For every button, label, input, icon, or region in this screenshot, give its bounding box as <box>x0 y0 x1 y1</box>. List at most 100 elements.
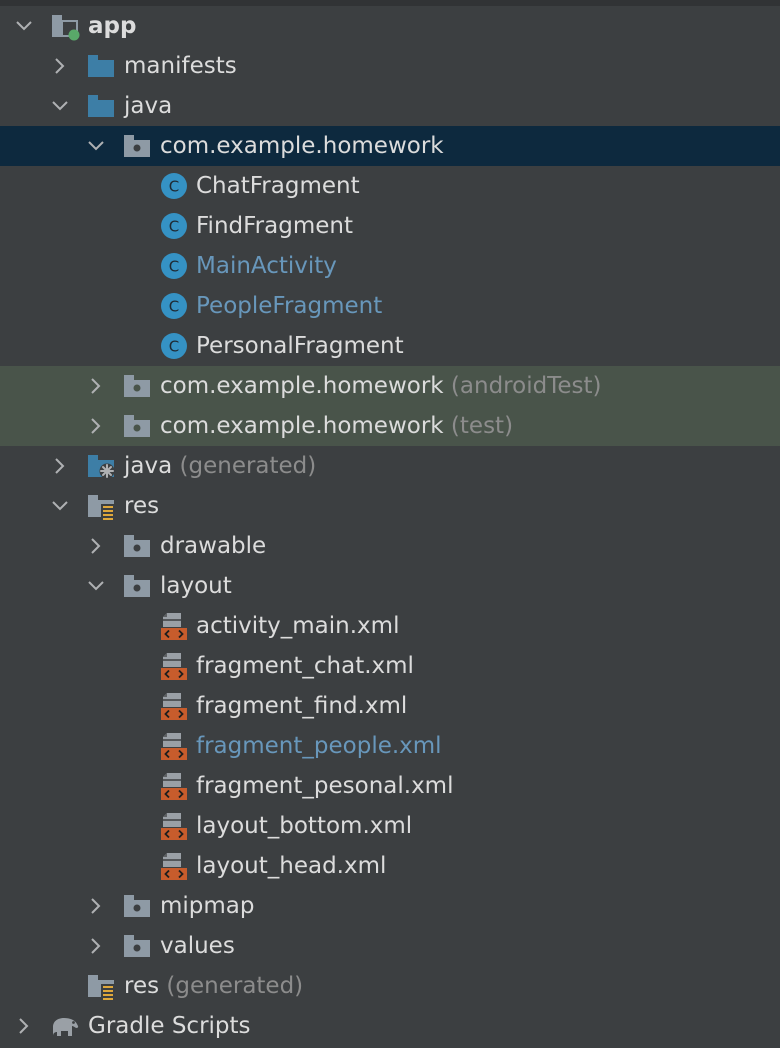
tree-item-label: layout_head.xml <box>196 853 387 879</box>
class-icon: C <box>159 251 189 281</box>
folder-name: java <box>124 453 173 479</box>
package-name: com.example.homework <box>160 373 444 399</box>
tree-item-personal-fragment[interactable]: C PersonalFragment <box>0 326 780 366</box>
xml-file-icon <box>159 611 189 641</box>
tree-item-label: manifests <box>124 53 237 79</box>
package-icon <box>122 571 152 601</box>
folder-icon <box>86 51 116 81</box>
chevron-right-icon[interactable] <box>86 896 106 916</box>
tree-item-label: MainActivity <box>196 253 337 279</box>
tree-item-res-generated[interactable]: res (generated) <box>0 966 780 1006</box>
xml-file-icon <box>159 651 189 681</box>
tree-item-main-activity[interactable]: C MainActivity <box>0 246 780 286</box>
tree-item-values[interactable]: values <box>0 926 780 966</box>
tree-item-label: fragment_chat.xml <box>196 653 414 679</box>
generated-suffix: (generated) <box>179 453 317 479</box>
tree-item-layout-head-xml[interactable]: layout_head.xml <box>0 846 780 886</box>
tree-item-label: app <box>88 13 137 39</box>
chevron-down-icon[interactable] <box>86 136 106 156</box>
xml-file-icon <box>159 771 189 801</box>
tree-item-label: com.example.homework <box>160 133 444 159</box>
svg-text:C: C <box>169 218 179 236</box>
tree-item-label: mipmap <box>160 893 255 919</box>
tree-item-package-test[interactable]: com.example.homework (test) <box>0 406 780 446</box>
tree-item-label: java <box>124 93 173 119</box>
tree-item-label: res (generated) <box>124 966 303 1006</box>
chevron-down-icon[interactable] <box>50 96 70 116</box>
module-folder-icon <box>50 11 80 41</box>
package-icon <box>122 531 152 561</box>
tree-item-app[interactable]: app <box>0 6 780 46</box>
package-icon <box>122 131 152 161</box>
tree-item-java-generated[interactable]: java (generated) <box>0 446 780 486</box>
tree-item-label: fragment_find.xml <box>196 693 408 719</box>
tree-item-manifests[interactable]: manifests <box>0 46 780 86</box>
package-icon <box>122 371 152 401</box>
tree-item-find-fragment[interactable]: C FindFragment <box>0 206 780 246</box>
tree-item-java[interactable]: java <box>0 86 780 126</box>
class-icon: C <box>159 211 189 241</box>
tree-item-res[interactable]: res <box>0 486 780 526</box>
class-icon: C <box>159 291 189 321</box>
tree-item-label: PeopleFragment <box>196 293 383 319</box>
source-set-suffix: (androidTest) <box>450 373 602 399</box>
tree-item-label: activity_main.xml <box>196 613 400 639</box>
gradle-elephant-icon <box>50 1011 80 1041</box>
package-icon <box>122 891 152 921</box>
svg-text:C: C <box>169 258 179 276</box>
source-set-suffix: (test) <box>450 413 514 439</box>
tree-item-label: PersonalFragment <box>196 333 404 359</box>
svg-text:C: C <box>169 298 179 316</box>
package-icon <box>122 411 152 441</box>
class-icon: C <box>159 331 189 361</box>
tree-item-chat-fragment[interactable]: C ChatFragment <box>0 166 780 206</box>
generated-suffix: (generated) <box>166 973 304 999</box>
chevron-right-icon[interactable] <box>86 416 106 436</box>
tree-item-package-main[interactable]: com.example.homework <box>0 126 780 166</box>
chevron-right-icon[interactable] <box>86 376 106 396</box>
xml-file-icon <box>159 731 189 761</box>
tree-item-layout-bottom-xml[interactable]: layout_bottom.xml <box>0 806 780 846</box>
tree-item-activity-main-xml[interactable]: activity_main.xml <box>0 606 780 646</box>
chevron-down-icon[interactable] <box>14 16 34 36</box>
tree-item-layout[interactable]: layout <box>0 566 780 606</box>
chevron-right-icon[interactable] <box>86 936 106 956</box>
chevron-down-icon[interactable] <box>50 496 70 516</box>
xml-file-icon <box>159 811 189 841</box>
tree-item-fragment-pesonal-xml[interactable]: fragment_pesonal.xml <box>0 766 780 806</box>
chevron-right-icon[interactable] <box>50 456 70 476</box>
tree-item-people-fragment[interactable]: C PeopleFragment <box>0 286 780 326</box>
folder-name: res <box>124 973 160 999</box>
xml-file-icon <box>159 691 189 721</box>
tree-item-gradle-scripts[interactable]: Gradle Scripts <box>0 1006 780 1046</box>
tree-item-label: drawable <box>160 533 267 559</box>
tree-item-label: fragment_pesonal.xml <box>196 773 454 799</box>
tree-item-label: values <box>160 933 235 959</box>
package-name: com.example.homework <box>160 413 444 439</box>
chevron-right-icon[interactable] <box>86 536 106 556</box>
svg-text:C: C <box>169 178 179 196</box>
resources-folder-icon <box>86 971 116 1001</box>
tree-item-fragment-people-xml[interactable]: fragment_people.xml <box>0 726 780 766</box>
chevron-down-icon[interactable] <box>86 576 106 596</box>
tree-item-label: com.example.homework (test) <box>160 406 513 446</box>
tree-item-label: FindFragment <box>196 213 353 239</box>
tree-item-label: ChatFragment <box>196 173 360 199</box>
tree-item-drawable[interactable]: drawable <box>0 526 780 566</box>
tree-item-package-android-test[interactable]: com.example.homework (androidTest) <box>0 366 780 406</box>
tree-item-fragment-find-xml[interactable]: fragment_find.xml <box>0 686 780 726</box>
tree-item-fragment-chat-xml[interactable]: fragment_chat.xml <box>0 646 780 686</box>
tree-item-label: Gradle Scripts <box>88 1013 251 1039</box>
package-icon <box>122 931 152 961</box>
xml-file-icon <box>159 851 189 881</box>
tree-item-label: layout_bottom.xml <box>196 813 413 839</box>
class-icon: C <box>159 171 189 201</box>
tree-item-label: fragment_people.xml <box>196 733 442 759</box>
chevron-right-icon[interactable] <box>50 56 70 76</box>
generated-folder-icon <box>86 451 116 481</box>
svg-text:C: C <box>169 338 179 356</box>
folder-icon <box>86 91 116 121</box>
tree-item-label: res <box>124 493 160 519</box>
chevron-right-icon[interactable] <box>14 1016 34 1036</box>
tree-item-mipmap[interactable]: mipmap <box>0 886 780 926</box>
